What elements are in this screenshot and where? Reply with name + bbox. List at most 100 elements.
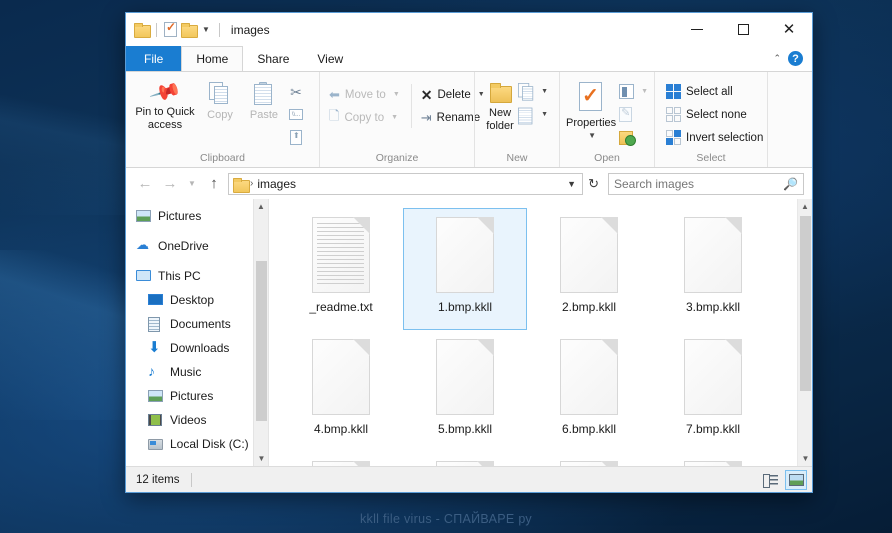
sidebar-item-label: Videos <box>170 413 207 427</box>
tab-view[interactable]: View <box>303 46 357 71</box>
file-list-scrollbar[interactable]: ▲ ▼ <box>797 199 812 466</box>
up-button[interactable]: ↑ <box>203 173 225 195</box>
invert-selection-button[interactable]: Invert selection <box>663 127 768 148</box>
ribbon-group-new: New folder ▼ ▼ New <box>474 72 559 167</box>
select-none-icon <box>666 107 681 122</box>
file-item[interactable]: 3.bmp.kkll <box>651 208 775 330</box>
search-box[interactable]: Search images 🔍 <box>608 172 804 195</box>
downloads-icon: ⬇ <box>148 339 161 356</box>
sidebar-item-onedrive[interactable]: ☁ OneDrive <box>126 234 268 258</box>
chevron-up-icon[interactable]: ⌃ <box>773 53 781 64</box>
sidebar-item-label: Downloads <box>170 341 230 355</box>
blank-document-icon <box>684 461 742 466</box>
pin-to-quick-access-button[interactable]: 📌 Pin to Quick access <box>132 76 198 131</box>
properties-button[interactable]: ✓ Properties ▼ <box>566 78 616 140</box>
file-list-view[interactable]: _readme.txt 1.bmp.kkll 2.bmp.kkll 3.bmp.… <box>269 199 812 466</box>
refresh-button[interactable]: ↻ <box>586 176 601 192</box>
tab-home[interactable]: Home <box>181 46 244 71</box>
file-item[interactable]: 4.bmp.kkll <box>279 330 403 452</box>
ribbon-tab-right-controls: ⌃ ? <box>773 46 812 71</box>
chevron-down-icon[interactable]: ▼ <box>200 25 212 34</box>
cut-button[interactable]: ✂ <box>286 81 308 102</box>
folder-icon[interactable] <box>134 23 151 38</box>
sidebar-item-downloads[interactable]: ⬇ Downloads <box>126 336 268 360</box>
chevron-up-icon[interactable]: ▲ <box>254 199 268 214</box>
new-item-button[interactable]: ▼ <box>515 81 553 102</box>
move-to-label: Move to <box>344 88 386 101</box>
scrollbar-thumb[interactable] <box>256 261 267 421</box>
chevron-down-icon[interactable]: ▼ <box>254 451 268 466</box>
chevron-down-icon[interactable]: ▼ <box>798 451 812 466</box>
sidebar-item-documents[interactable]: Documents <box>126 312 268 336</box>
pin-icon: 📌 <box>148 76 182 109</box>
file-item[interactable] <box>279 452 403 466</box>
file-item[interactable] <box>651 452 775 466</box>
select-none-button[interactable]: Select none <box>663 104 768 125</box>
new-folder-icon[interactable] <box>181 23 198 38</box>
back-button[interactable]: ← <box>134 173 156 195</box>
ribbon-group-label-clipboard: Clipboard <box>200 152 245 164</box>
sidebar-scrollbar[interactable]: ▲ ▼ <box>253 199 268 466</box>
file-name: 6.bmp.kkll <box>561 422 617 436</box>
file-item[interactable]: 2.bmp.kkll <box>527 208 651 330</box>
copy-to-button[interactable]: 🗋 Copy to ▼ <box>326 107 405 128</box>
minimize-button[interactable] <box>674 13 720 46</box>
easy-access-icon <box>518 106 533 125</box>
sidebar-item-pictures-quick[interactable]: Pictures <box>126 204 268 228</box>
file-item[interactable]: 6.bmp.kkll <box>527 330 651 452</box>
select-buttons: Select all Select none Invert selection <box>663 78 768 148</box>
forward-button[interactable]: → <box>159 173 181 195</box>
file-item[interactable]: 7.bmp.kkll <box>651 330 775 452</box>
file-item[interactable] <box>403 452 527 466</box>
close-button[interactable]: ✕ <box>766 13 812 46</box>
easy-access-button[interactable]: ▼ <box>515 104 553 125</box>
copy-button[interactable]: Copy <box>198 78 242 122</box>
help-icon[interactable]: ? <box>788 51 803 66</box>
sidebar-item-this-pc[interactable]: This PC <box>126 264 268 288</box>
paste-button[interactable]: Paste <box>242 78 286 122</box>
properties-icon[interactable] <box>164 20 177 37</box>
open-with-button[interactable]: ▼ <box>616 81 653 102</box>
select-none-label: Select none <box>686 108 747 121</box>
main-content: Pictures ☁ OneDrive This PC Desktop Docu… <box>126 199 812 466</box>
file-item[interactable]: _readme.txt <box>279 208 403 330</box>
edit-button[interactable] <box>616 104 653 125</box>
sidebar-item-music[interactable]: ♪ Music <box>126 360 268 384</box>
open-with-icon <box>619 84 635 99</box>
tab-file[interactable]: File <box>126 46 182 71</box>
sidebar-item-pictures[interactable]: Pictures <box>126 384 268 408</box>
history-button[interactable] <box>616 127 653 148</box>
paste-shortcut-button[interactable] <box>286 127 308 148</box>
ribbon-group-label-new: New <box>506 152 528 164</box>
search-input[interactable]: Search images <box>614 177 694 191</box>
address-field[interactable]: › images ▼ <box>228 172 584 195</box>
large-icons-view-button[interactable] <box>785 469 807 490</box>
blank-document-icon <box>436 339 494 415</box>
tab-share[interactable]: Share <box>243 46 303 71</box>
maximize-button[interactable] <box>720 13 766 46</box>
file-item[interactable]: 5.bmp.kkll <box>403 330 527 452</box>
chevron-down-icon[interactable]: ▼ <box>567 179 576 189</box>
file-item[interactable] <box>527 452 651 466</box>
select-all-button[interactable]: Select all <box>663 81 768 102</box>
move-to-button[interactable]: ⬅ Move to ▼ <box>326 84 405 105</box>
chevron-up-icon[interactable]: ▲ <box>798 199 812 214</box>
copy-label: Copy <box>207 109 233 121</box>
scrollbar-thumb[interactable] <box>800 216 811 391</box>
file-item[interactable]: 1.bmp.kkll <box>403 208 527 330</box>
recent-locations-button[interactable]: ▼ <box>184 173 200 195</box>
forward-arrow-icon: → <box>162 175 178 192</box>
file-name: 5.bmp.kkll <box>437 422 493 436</box>
copy-path-button[interactable]: \\... <box>286 104 308 125</box>
divider <box>191 472 193 487</box>
sidebar-item-local-disk[interactable]: Local Disk (C:) <box>126 432 268 456</box>
ribbon-group-label-select: Select <box>696 152 726 164</box>
new-folder-button[interactable]: New folder <box>485 78 515 132</box>
blank-document-icon <box>560 217 618 293</box>
sidebar-item-label: Music <box>170 365 202 379</box>
breadcrumb-current-folder[interactable]: images <box>257 177 296 191</box>
sidebar-item-desktop[interactable]: Desktop <box>126 288 268 312</box>
details-view-button[interactable] <box>759 470 781 490</box>
sidebar-item-videos[interactable]: Videos <box>126 408 268 432</box>
chevron-down-icon: ▼ <box>541 111 548 118</box>
